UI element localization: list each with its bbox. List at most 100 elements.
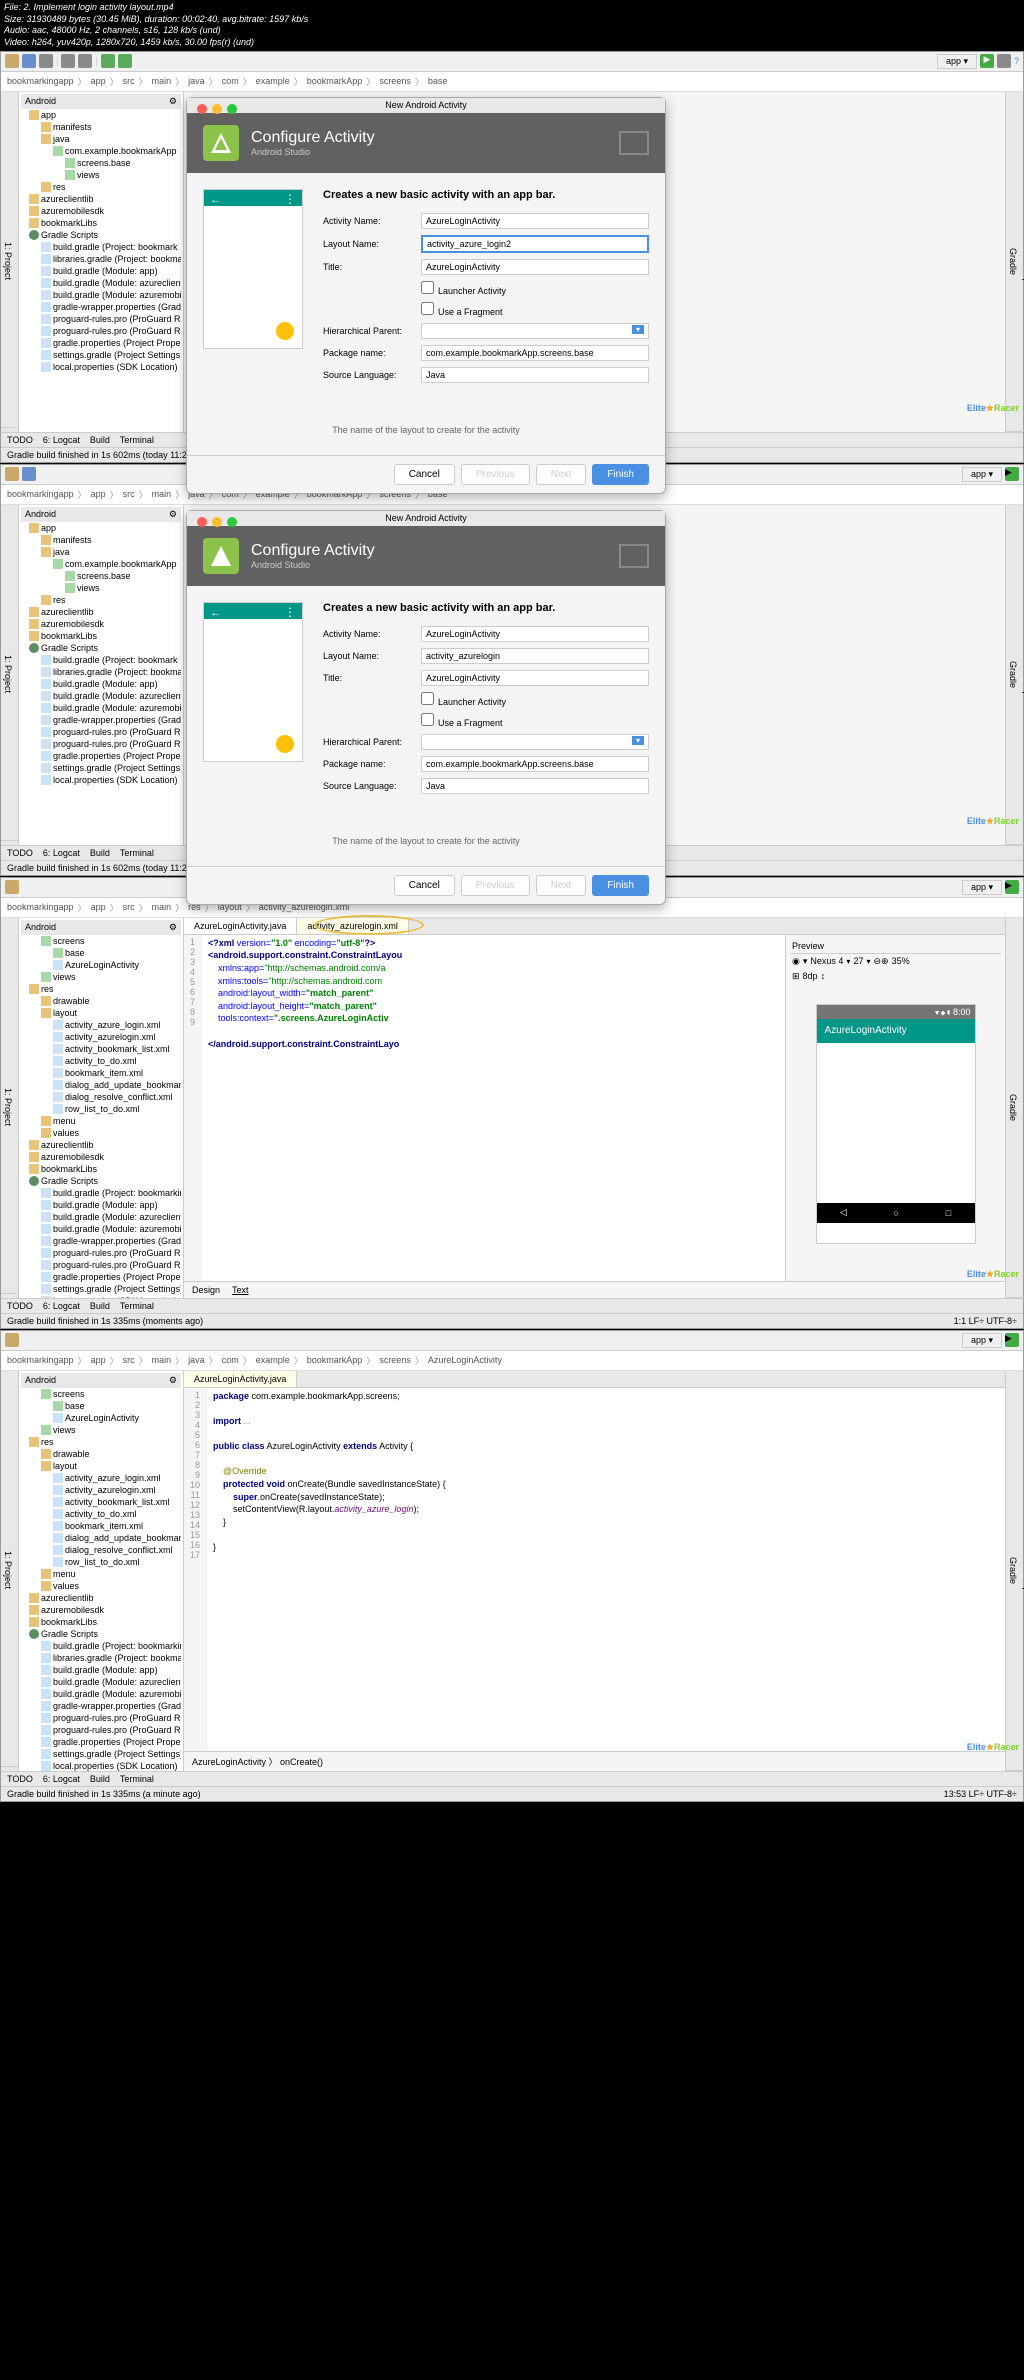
tree-item[interactable]: screens.base — [21, 157, 181, 169]
redo-icon[interactable] — [78, 54, 92, 68]
tree-item[interactable]: Gradle Scripts — [21, 1175, 181, 1187]
tree-item[interactable]: activity_to_do.xml — [21, 1508, 181, 1520]
help-icon[interactable]: ? — [1014, 56, 1019, 66]
tab-build[interactable]: Build — [90, 435, 110, 445]
run-icon[interactable]: ▶ — [980, 54, 994, 68]
tab-java[interactable]: AzureLoginActivity.java — [184, 1371, 297, 1387]
tree-item[interactable]: bookmark_item.xml — [21, 1520, 181, 1532]
tree-item[interactable]: com.example.bookmarkApp — [21, 145, 181, 157]
tree-item[interactable]: gradle.properties (Project Prope — [21, 337, 181, 349]
tree-item[interactable]: Gradle Scripts — [21, 229, 181, 241]
avd-icon[interactable] — [101, 54, 115, 68]
tree-item[interactable]: menu — [21, 1568, 181, 1580]
tree-item[interactable]: screens — [21, 935, 181, 947]
tree-item[interactable]: java — [21, 133, 181, 145]
tree-item[interactable]: res — [21, 594, 181, 606]
previous-button[interactable]: Previous — [461, 875, 530, 896]
hierarchical-parent-select[interactable] — [421, 323, 649, 339]
title-field[interactable] — [421, 670, 649, 686]
tree-item[interactable]: Gradle Scripts — [21, 642, 181, 654]
tree-item[interactable]: local.properties (SDK Location) — [21, 361, 181, 373]
zoom-level[interactable]: 35% — [892, 956, 910, 966]
tree-item[interactable]: azuremobilesdk — [21, 1151, 181, 1163]
tree-item[interactable]: screens.base — [21, 570, 181, 582]
tree-item[interactable]: views — [21, 971, 181, 983]
tree-item[interactable]: res — [21, 181, 181, 193]
xml-editor[interactable]: 123456789 <?xml version="1.0" encoding="… — [184, 935, 785, 1281]
open-icon[interactable] — [5, 54, 19, 68]
device-select[interactable]: Nexus 4 — [810, 956, 843, 966]
tree-item[interactable]: bookmarkLibs — [21, 1163, 181, 1175]
minimize-icon[interactable] — [212, 517, 222, 527]
tree-item[interactable]: gradle-wrapper.properties (Gradle Vers — [21, 1700, 181, 1712]
tree-item[interactable]: gradle.properties (Project Prope — [21, 750, 181, 762]
next-button[interactable]: Next — [536, 875, 587, 896]
tab-terminal[interactable]: Terminal — [120, 435, 154, 445]
tree-item[interactable]: azureclientlib — [21, 1139, 181, 1151]
tree-item[interactable]: dialog_resolve_conflict.xml — [21, 1544, 181, 1556]
tree-item[interactable]: AzureLoginActivity — [21, 959, 181, 971]
package-name-field[interactable] — [421, 345, 649, 361]
tree-item[interactable]: azuremobilesdk — [21, 618, 181, 630]
tree-item[interactable]: gradle.properties (Project Properties) — [21, 1271, 181, 1283]
tree-item[interactable]: azuremobilesdk — [21, 205, 181, 217]
tree-item[interactable]: proguard-rules.pro (ProGuard R — [21, 726, 181, 738]
tree-item[interactable]: dialog_resolve_conflict.xml — [21, 1091, 181, 1103]
tree-item[interactable]: build.gradle (Module: app) — [21, 1664, 181, 1676]
tree-item[interactable]: proguard-rules.pro (ProGuard Rules fo — [21, 1724, 181, 1736]
minimize-icon[interactable] — [212, 104, 222, 114]
tree-item[interactable]: activity_bookmark_list.xml — [21, 1496, 181, 1508]
tree-item[interactable]: local.properties (SDK Location) — [21, 1295, 181, 1298]
tree-item[interactable]: local.properties (SDK Location) — [21, 1760, 181, 1771]
tree-item[interactable]: proguard-rules.pro (ProGuard R — [21, 325, 181, 337]
save-icon[interactable] — [22, 54, 36, 68]
tree-item[interactable]: build.gradle (Project: bookmarkingapp — [21, 1640, 181, 1652]
tree-item[interactable]: activity_azure_login.xml — [21, 1019, 181, 1031]
tree-item[interactable]: build.gradle (Module: app) — [21, 678, 181, 690]
tree-item[interactable]: Gradle Scripts — [21, 1628, 181, 1640]
tree-item[interactable]: settings.gradle (Project Settings) — [21, 1748, 181, 1760]
debug-icon[interactable] — [997, 54, 1011, 68]
tree-item[interactable]: views — [21, 169, 181, 181]
sync-icon[interactable] — [39, 54, 53, 68]
finish-button[interactable]: Finish — [592, 875, 649, 896]
tree-item[interactable]: drawable — [21, 1448, 181, 1460]
tree-item[interactable]: build.gradle (Module: azuremobil — [21, 702, 181, 714]
tree-item[interactable]: drawable — [21, 995, 181, 1007]
tab-text[interactable]: Text — [232, 1285, 249, 1295]
undo-icon[interactable] — [61, 54, 75, 68]
open-icon[interactable] — [5, 467, 19, 481]
tree-item[interactable]: azureclientlib — [21, 193, 181, 205]
activity-name-field[interactable] — [421, 213, 649, 229]
project-tree[interactable]: Android⚙ appmanifestsjavacom.example.boo… — [19, 505, 184, 845]
tree-item[interactable]: dialog_add_update_bookmark.xm — [21, 1079, 181, 1091]
tree-item[interactable]: layout — [21, 1460, 181, 1472]
tree-item[interactable]: build.gradle (Module: azureclient — [21, 277, 181, 289]
tree-item[interactable]: proguard-rules.pro (ProGuard Rules fo — [21, 1712, 181, 1724]
maximize-icon[interactable] — [227, 104, 237, 114]
tree-item[interactable]: manifests — [21, 534, 181, 546]
tab-todo[interactable]: TODO — [7, 435, 33, 445]
tree-item[interactable]: bookmark_item.xml — [21, 1067, 181, 1079]
activity-name-field[interactable] — [421, 626, 649, 642]
tree-item[interactable]: build.gradle (Module: app) — [21, 265, 181, 277]
tab-gradle[interactable]: Gradle — [1006, 92, 1020, 432]
tree-item[interactable]: azureclientlib — [21, 606, 181, 618]
tree-item[interactable]: app — [21, 522, 181, 534]
tree-item[interactable]: azureclientlib — [21, 1592, 181, 1604]
tree-item[interactable]: base — [21, 1400, 181, 1412]
tree-item[interactable]: build.gradle (Module: azureclientlib) — [21, 1676, 181, 1688]
tree-item[interactable]: res — [21, 1436, 181, 1448]
tree-item[interactable]: values — [21, 1127, 181, 1139]
tree-item[interactable]: local.properties (SDK Location) — [21, 774, 181, 786]
tree-item[interactable]: activity_azure_login.xml — [21, 1472, 181, 1484]
save-icon[interactable] — [22, 467, 36, 481]
tree-item[interactable]: gradle.properties (Project Properties) — [21, 1736, 181, 1748]
tree-item[interactable]: proguard-rules.pro (ProGuard R — [21, 313, 181, 325]
tree-item[interactable]: java — [21, 546, 181, 558]
tree-item[interactable]: gradle-wrapper.properties (Grad — [21, 714, 181, 726]
maximize-icon[interactable] — [227, 517, 237, 527]
tree-item[interactable]: settings.gradle (Project Settings) — [21, 1283, 181, 1295]
tab-device-explorer[interactable]: Device File Explorer — [1020, 92, 1024, 432]
package-name-field[interactable] — [421, 756, 649, 772]
